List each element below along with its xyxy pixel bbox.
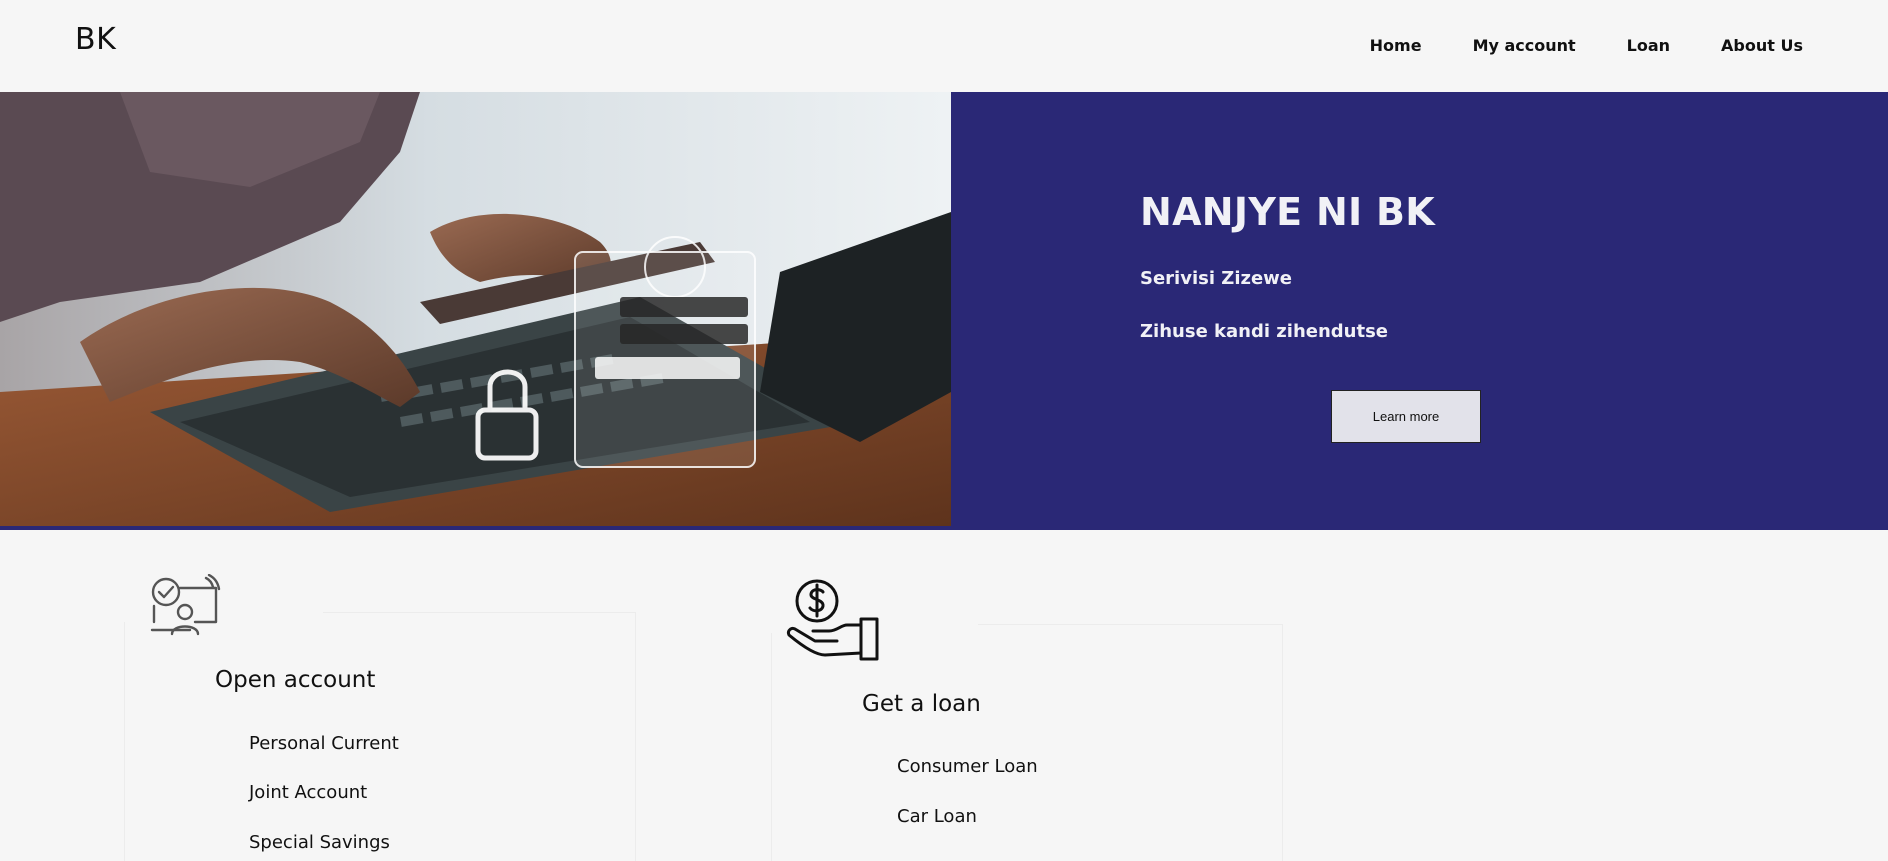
logo[interactable]: BK xyxy=(75,22,116,57)
list-item[interactable]: Car Loan xyxy=(897,806,977,827)
get-a-loan-title: Get a loan xyxy=(862,691,981,717)
list-item[interactable]: Personal Current xyxy=(249,733,399,754)
nav-home[interactable]: Home xyxy=(1370,36,1422,55)
hero-title: NANJYE NI BK xyxy=(1140,190,1436,234)
online-account-icon xyxy=(150,573,222,640)
learn-more-button[interactable]: Learn more xyxy=(1331,390,1481,443)
list-item[interactable]: Joint Account xyxy=(249,782,367,803)
nav-my-account[interactable]: My account xyxy=(1473,36,1576,55)
site-header: BK Home My account Loan About Us xyxy=(0,0,1888,92)
dollar-hand-icon xyxy=(785,579,881,667)
nav-loan[interactable]: Loan xyxy=(1627,36,1670,55)
list-item[interactable]: Special Savings xyxy=(249,832,390,853)
hero-subtitle: Serivisi Zizewe xyxy=(1140,268,1293,289)
hero-tagline: Zihuse kandi zihendutse xyxy=(1140,321,1389,342)
open-account-title: Open account xyxy=(215,667,376,693)
hero-banner: NANJYE NI BK Serivisi Zizewe Zihuse kand… xyxy=(0,92,1888,530)
nav-about-us[interactable]: About Us xyxy=(1721,36,1803,55)
main-nav: Home My account Loan About Us xyxy=(1370,36,1803,55)
list-item[interactable]: Consumer Loan xyxy=(897,756,1038,777)
hero-image xyxy=(0,92,951,526)
